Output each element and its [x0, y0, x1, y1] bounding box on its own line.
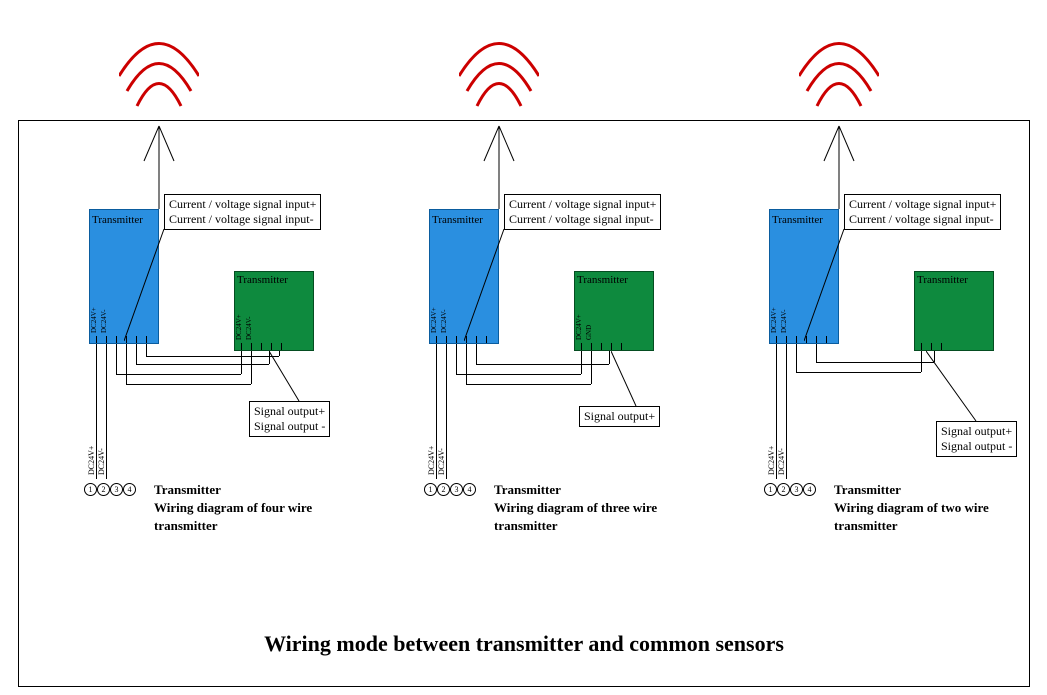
- panel-title-2: Wiring diagram of four wire transmitter: [154, 499, 364, 535]
- panel-title-2: Wiring diagram of two wire: [834, 499, 989, 517]
- term-3: 3: [790, 483, 803, 496]
- green-box-label: Transmitter: [237, 274, 288, 286]
- diagram-frame: Transmitter DC24V+ DC24V- Current / volt…: [18, 120, 1030, 687]
- green-pin-gnd: GND: [585, 325, 593, 340]
- green-pin-dc24p: DC24V+: [575, 314, 583, 340]
- term-1: 1: [424, 483, 437, 496]
- signal-output-callout: Signal output+ Signal output -: [249, 401, 330, 437]
- antenna-icon: [459, 21, 539, 211]
- term-3: 3: [110, 483, 123, 496]
- callout-line: [124, 226, 169, 346]
- panel-caption: Transmitter Wiring diagram of two wire t…: [834, 481, 989, 536]
- callout-line: [926, 351, 986, 426]
- panel-caption: Transmitter Wiring diagram of four wire …: [154, 481, 364, 536]
- blue-pin-dc24n: DC24V-: [100, 310, 108, 333]
- dc24n-vert-label: DC24V-: [437, 448, 446, 475]
- dc24p-vert-label: DC24V+: [767, 446, 776, 475]
- panel-title-2: Wiring diagram of three wire transmitter: [494, 499, 704, 535]
- green-box-label: Transmitter: [917, 274, 968, 286]
- green-box-label: Transmitter: [577, 274, 628, 286]
- sig-out-plus-label: Signal output+: [941, 424, 1012, 439]
- blue-box-label: Transmitter: [432, 214, 483, 226]
- dc24p-vert-label: DC24V+: [427, 446, 436, 475]
- blue-pin-dc24n: DC24V-: [780, 310, 788, 333]
- term-3: 3: [450, 483, 463, 496]
- panel-title-3: transmitter: [834, 517, 989, 535]
- diagram-title: Wiring mode between transmitter and comm…: [19, 631, 1029, 657]
- term-4: 4: [803, 483, 816, 496]
- green-transmitter-box: Transmitter: [914, 271, 994, 351]
- term-2: 2: [437, 483, 450, 496]
- signal-input-callout: Current / voltage signal input+ Current …: [844, 194, 1001, 230]
- sig-in-minus-label: Current / voltage signal input-: [849, 212, 996, 227]
- panel-title-1: Transmitter: [154, 481, 364, 499]
- callout-line: [269, 351, 309, 406]
- sig-in-minus-label: Current / voltage signal input-: [169, 212, 316, 227]
- sig-out-plus-label: Signal output+: [584, 409, 655, 424]
- panel-caption: Transmitter Wiring diagram of three wire…: [494, 481, 704, 536]
- panel-title-1: Transmitter: [494, 481, 704, 499]
- green-pin-dc24p: DC24V+: [235, 314, 243, 340]
- panel-title-1: Transmitter: [834, 481, 989, 499]
- signal-output-callout: Signal output+ Signal output -: [936, 421, 1017, 457]
- signal-input-callout: Current / voltage signal input+ Current …: [504, 194, 661, 230]
- sig-out-plus-label: Signal output+: [254, 404, 325, 419]
- signal-output-callout: Signal output+: [579, 406, 660, 427]
- signal-input-callout: Current / voltage signal input+ Current …: [164, 194, 321, 230]
- green-transmitter-box: Transmitter DC24V+ DC24V-: [234, 271, 314, 351]
- green-transmitter-box: Transmitter DC24V+ GND: [574, 271, 654, 351]
- blue-pin-dc24p: DC24V+: [770, 307, 778, 333]
- blue-pin-dc24p: DC24V+: [430, 307, 438, 333]
- term-4: 4: [463, 483, 476, 496]
- green-pin-dc24n: DC24V-: [245, 317, 253, 340]
- term-1: 1: [84, 483, 97, 496]
- blue-pin-dc24p: DC24V+: [90, 307, 98, 333]
- sig-in-plus-label: Current / voltage signal input+: [509, 197, 656, 212]
- term-2: 2: [97, 483, 110, 496]
- blue-pin-dc24n: DC24V-: [440, 310, 448, 333]
- sig-out-minus-label: Signal output -: [254, 419, 325, 434]
- term-1: 1: [764, 483, 777, 496]
- sig-in-plus-label: Current / voltage signal input+: [849, 197, 996, 212]
- sig-in-minus-label: Current / voltage signal input-: [509, 212, 656, 227]
- term-4: 4: [123, 483, 136, 496]
- callout-line: [611, 351, 651, 406]
- antenna-icon: [119, 21, 199, 211]
- dc24p-vert-label: DC24V+: [87, 446, 96, 475]
- dc24n-vert-label: DC24V-: [777, 448, 786, 475]
- callout-line: [464, 226, 509, 346]
- sig-out-minus-label: Signal output -: [941, 439, 1012, 454]
- callout-line: [804, 226, 849, 346]
- sig-in-plus-label: Current / voltage signal input+: [169, 197, 316, 212]
- antenna-icon: [799, 21, 879, 211]
- blue-box-label: Transmitter: [772, 214, 823, 226]
- term-2: 2: [777, 483, 790, 496]
- blue-box-label: Transmitter: [92, 214, 143, 226]
- dc24n-vert-label: DC24V-: [97, 448, 106, 475]
